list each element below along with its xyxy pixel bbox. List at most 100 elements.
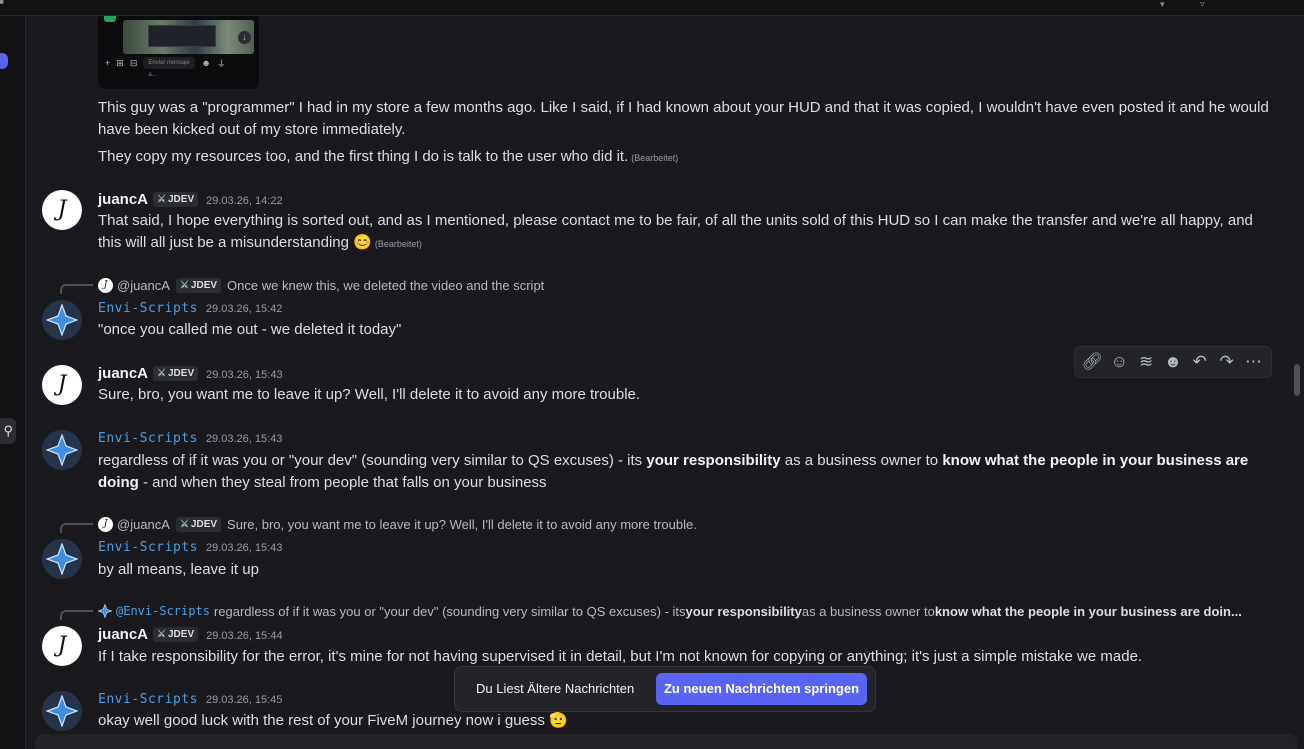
forward-icon[interactable]: ↷: [1216, 352, 1238, 372]
sword-icon: ⚔: [157, 629, 166, 640]
avatar[interactable]: [42, 300, 82, 340]
reply-text: Sure, bro, you want me to leave it up? W…: [227, 516, 697, 532]
sword-icon: ⚔: [179, 279, 189, 291]
star-logo-icon: [46, 304, 78, 336]
reply-preview[interactable]: @Envi-Scripts regardless of if it was yo…: [98, 602, 1242, 620]
timestamp[interactable]: 29.03.26, 15:44: [206, 630, 282, 642]
jump-to-present-button[interactable]: Zu neuen Nachrichten springen: [656, 673, 867, 705]
attachment-window: [148, 25, 216, 47]
message-header: Envi-Scripts 29.03.26, 15:45: [98, 692, 282, 707]
edited-label: (Bearbeitet): [631, 153, 679, 163]
message-header: juancA ⚔ JDEV 29.03.26, 15:43: [98, 365, 283, 383]
emoji[interactable]: 🫡: [549, 712, 568, 729]
reply-spine: [60, 284, 93, 294]
server-tag-label: JDEV: [190, 279, 218, 291]
text-segment: regardless of if it was you or "your dev…: [98, 452, 647, 469]
sword-icon: ⚔: [157, 368, 166, 379]
message-text: This guy was a "programmer" I had in my …: [98, 99, 1269, 138]
message-header: juancA ⚔ JDEV 29.03.26, 15:44: [98, 626, 283, 644]
username[interactable]: juancA: [98, 191, 148, 208]
message-text: They copy my resources too, and the firs…: [98, 148, 629, 165]
add-member-icon[interactable]: ⚲: [0, 418, 16, 444]
avatar[interactable]: [42, 430, 82, 470]
server-tag: ⚔ JDEV: [175, 516, 222, 532]
username[interactable]: juancA: [98, 626, 148, 643]
image-attachment[interactable]: ↓ + ⊞ ⊟ Enviar mensaje a... ☻ ⏚: [98, 16, 259, 89]
emoji-icon[interactable]: ☻: [1162, 352, 1184, 372]
reply-bold: your responsibility: [685, 603, 802, 619]
timestamp[interactable]: 29.03.26, 15:43: [206, 542, 282, 554]
message-header: Envi-Scripts 29.03.26, 15:43: [98, 540, 282, 555]
server-tag-label: JDEV: [190, 518, 218, 530]
message-text: Sure, bro, you want me to leave it up? W…: [98, 386, 641, 403]
boost-icon[interactable]: ≋: [1135, 352, 1157, 372]
scrollbar-thumb[interactable]: [1294, 364, 1300, 396]
reply-bold: know what the people in your business ar…: [934, 603, 1242, 619]
username[interactable]: juancA: [98, 365, 148, 382]
inbox-icon[interactable]: ▿: [1200, 0, 1210, 9]
server-tag[interactable]: ⚔ JDEV: [153, 366, 199, 381]
username[interactable]: Envi-Scripts: [98, 431, 198, 446]
username[interactable]: Envi-Scripts: [98, 540, 198, 555]
star-logo-icon: [46, 434, 78, 466]
link-icon[interactable]: 🔗︎: [1081, 352, 1104, 372]
server-rail: ⚲: [0, 16, 26, 749]
unread-indicator: [0, 53, 8, 69]
text-segment: - and when they steal from people that f…: [138, 474, 547, 491]
reply-username[interactable]: @juancA: [117, 278, 170, 293]
reply-preview[interactable]: J @juancA ⚔ JDEV Once we knew this, we de…: [98, 276, 544, 294]
star-logo-icon: [46, 543, 78, 575]
message-text: "once you called me out - we deleted it …: [98, 321, 402, 338]
download-icon[interactable]: ↓: [238, 31, 251, 44]
star-logo-icon: [46, 695, 78, 727]
message-composer[interactable]: [35, 734, 1297, 749]
username[interactable]: Envi-Scripts: [98, 301, 198, 316]
reply-icon[interactable]: ↶: [1189, 352, 1211, 372]
pin-icon[interactable]: ▘: [0, 0, 10, 9]
gift-icon: ⊟: [129, 57, 138, 68]
avatar[interactable]: J: [42, 365, 82, 405]
server-tag-label: JDEV: [167, 194, 195, 205]
reply-avatar: J: [98, 277, 113, 293]
timestamp[interactable]: 29.03.26, 15:43: [206, 433, 282, 445]
username[interactable]: Envi-Scripts: [98, 692, 198, 707]
emoji[interactable]: 😊: [353, 234, 372, 251]
server-tag-label: JDEV: [167, 629, 195, 640]
reply-username[interactable]: @Envi-Scripts: [116, 604, 210, 618]
avatar[interactable]: J: [42, 626, 82, 666]
attachment-composer: + ⊞ ⊟ Enviar mensaje a... ☻ ⏚: [98, 55, 259, 78]
add-reaction-icon[interactable]: ☺: [1108, 352, 1130, 372]
message-header: Envi-Scripts 29.03.26, 15:42: [98, 301, 282, 316]
reply-avatar: [98, 604, 112, 618]
avatar[interactable]: [42, 539, 82, 579]
apps-icon: ⊞: [116, 57, 124, 68]
bold-segment: your responsibility: [646, 452, 781, 469]
message-text: regardless of if it was you or "your dev…: [98, 450, 1278, 494]
attachment-placeholder: Enviar mensaje a...: [143, 57, 196, 78]
app-badge-icon: [104, 16, 116, 22]
server-tag[interactable]: ⚔ JDEV: [153, 627, 199, 642]
message-text: That said, I hope everything is sorted o…: [98, 212, 1253, 251]
server-tag[interactable]: ⚔ JDEV: [153, 192, 199, 207]
more-icon[interactable]: ▔: [1284, 0, 1294, 9]
more-icon[interactable]: ⋯: [1242, 352, 1264, 372]
text-segment: as a business owner to: [780, 452, 943, 469]
timestamp[interactable]: 29.03.26, 15:45: [206, 694, 282, 706]
timestamp[interactable]: 29.03.26, 14:22: [206, 195, 282, 207]
timestamp[interactable]: 29.03.26, 15:43: [206, 369, 282, 381]
reply-spine: [60, 523, 93, 533]
sword-icon: ⚔: [157, 194, 166, 205]
message-actions-bar: 🔗︎ ☺ ≋ ☻ ↶ ↷ ⋯: [1074, 346, 1272, 378]
timestamp[interactable]: 29.03.26, 15:42: [206, 303, 282, 315]
edited-label: (Bearbeitet): [374, 239, 422, 249]
message-list[interactable]: ↓ + ⊞ ⊟ Enviar mensaje a... ☻ ⏚ This guy…: [27, 16, 1304, 749]
avatar[interactable]: [42, 691, 82, 731]
reply-preview[interactable]: J @juancA ⚔ JDEV Sure, bro, you want me t…: [98, 515, 697, 533]
avatar[interactable]: J: [42, 190, 82, 230]
message-text: by all means, leave it up: [98, 561, 259, 578]
mic-icon: ⏚: [216, 58, 226, 69]
members-icon[interactable]: ▾: [1160, 0, 1170, 9]
message-header: Envi-Scripts 29.03.26, 15:43: [98, 431, 282, 446]
message-text: okay well good luck with the rest of you…: [98, 710, 1278, 732]
reply-username[interactable]: @juancA: [117, 517, 170, 532]
